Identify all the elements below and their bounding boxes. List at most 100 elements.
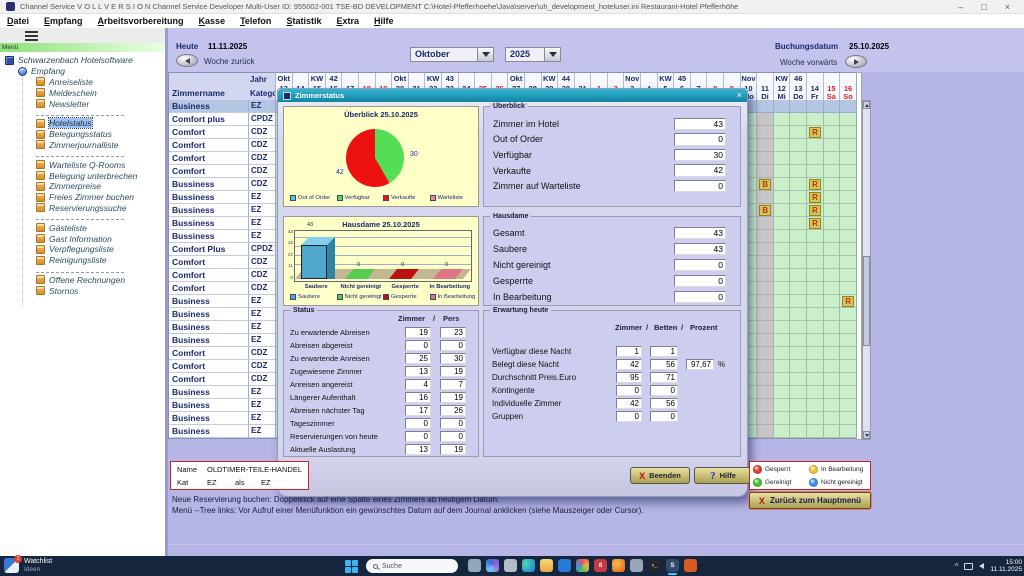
day-cell[interactable] [757, 412, 774, 425]
day-cell[interactable] [824, 425, 841, 438]
day-cell[interactable] [790, 308, 807, 321]
day-cell[interactable] [824, 230, 841, 243]
day-cell[interactable] [774, 139, 791, 152]
day-cell[interactable] [774, 334, 791, 347]
day-cell[interactable] [824, 412, 841, 425]
value-box[interactable]: 19 [405, 327, 431, 338]
day-cell[interactable] [790, 126, 807, 139]
settings-icon[interactable] [504, 559, 517, 572]
value-box[interactable]: 7 [440, 379, 466, 390]
scroll-down-icon[interactable] [863, 431, 870, 439]
day-cell[interactable] [790, 373, 807, 386]
day-cell[interactable] [757, 308, 774, 321]
back-to-mainmenu-button[interactable]: X Zurück zum Hauptmenü [749, 492, 871, 509]
day-cell[interactable] [774, 308, 791, 321]
day-cell[interactable] [824, 165, 841, 178]
day-cell[interactable] [807, 256, 824, 269]
day-cell[interactable] [790, 321, 807, 334]
day-cell[interactable] [840, 243, 857, 256]
day-cell[interactable] [774, 321, 791, 334]
day-cell[interactable] [824, 217, 841, 230]
day-cell[interactable] [757, 282, 774, 295]
day-cell[interactable] [840, 269, 857, 282]
day-cell[interactable] [757, 165, 774, 178]
day-cell[interactable] [774, 152, 791, 165]
day-cell[interactable] [790, 152, 807, 165]
menu-item-hilfe[interactable]: Hilfe [374, 16, 394, 26]
day-cell[interactable] [790, 386, 807, 399]
day-cell[interactable] [824, 399, 841, 412]
value-box[interactable]: 0 [674, 259, 726, 272]
day-cell[interactable] [757, 100, 774, 113]
value-box[interactable]: 19 [440, 392, 466, 403]
value-box[interactable]: 0 [440, 431, 466, 442]
value-box[interactable]: 30 [674, 149, 726, 162]
dialog-titlebar[interactable]: Zimmerstatus × [278, 89, 747, 102]
day-cell[interactable] [840, 373, 857, 386]
sidebar-item-hotelstatus[interactable]: Hotelstatus [0, 118, 165, 129]
day-cell[interactable] [757, 139, 774, 152]
value-box[interactable]: 95 [616, 372, 642, 383]
day-cell[interactable] [774, 360, 791, 373]
day-cell[interactable] [824, 373, 841, 386]
day-cell[interactable] [807, 139, 824, 152]
day-cell[interactable] [807, 308, 824, 321]
sidebar-item-zimmerjournalliste[interactable]: Zimmerjournalliste [0, 140, 165, 151]
day-cell[interactable] [757, 321, 774, 334]
reservation-marker[interactable]: R [809, 192, 821, 203]
day-cell[interactable] [840, 386, 857, 399]
day-cell[interactable] [790, 425, 807, 438]
copilot-icon[interactable] [486, 559, 499, 572]
terminal-icon[interactable]: ›_ [648, 559, 661, 572]
value-box[interactable]: 19 [440, 366, 466, 377]
day-cell[interactable] [807, 399, 824, 412]
day-cell[interactable] [790, 139, 807, 152]
day-cell[interactable] [840, 399, 857, 412]
day-cell[interactable] [840, 321, 857, 334]
day-cell[interactable] [824, 295, 841, 308]
day-cell[interactable]: B [757, 204, 774, 217]
value-box[interactable]: 56 [650, 359, 678, 370]
day-cell[interactable] [774, 113, 791, 126]
day-cell[interactable] [790, 347, 807, 360]
file-explorer-icon[interactable] [540, 559, 553, 572]
day-cell[interactable] [790, 191, 807, 204]
day-cell[interactable] [807, 373, 824, 386]
day-cell[interactable] [840, 191, 857, 204]
task-view-icon[interactable] [468, 559, 481, 572]
day-cell[interactable] [757, 399, 774, 412]
firefox-icon[interactable] [612, 559, 625, 572]
value-box[interactable]: 1 [650, 346, 678, 357]
day-cell[interactable] [790, 178, 807, 191]
day-cell[interactable] [757, 191, 774, 204]
sidebar-item-reinigungsliste[interactable]: Reinigungsliste [0, 255, 165, 266]
sidebar-item-gästeliste[interactable]: Gästeliste [0, 222, 165, 233]
day-cell[interactable] [774, 373, 791, 386]
day-cell[interactable] [824, 347, 841, 360]
sidebar-item-zimmerpreise[interactable]: Zimmerpreise [0, 181, 165, 192]
reservation-marker[interactable]: R [809, 127, 821, 138]
day-cell[interactable] [840, 152, 857, 165]
value-box[interactable]: 0 [405, 418, 431, 429]
day-cell[interactable] [840, 308, 857, 321]
day-cell[interactable] [807, 282, 824, 295]
day-cell[interactable]: R [840, 295, 857, 308]
value-box[interactable]: 0 [616, 411, 642, 422]
tray-caret-icon[interactable]: ^ [955, 562, 959, 571]
day-cell[interactable] [840, 334, 857, 347]
day-cell[interactable] [757, 269, 774, 282]
close-icon[interactable]: × [1005, 2, 1010, 12]
day-cell[interactable] [790, 269, 807, 282]
presentation-icon[interactable] [684, 559, 697, 572]
sidebar-item-warteliste-q-rooms[interactable]: Warteliste Q-Rooms [0, 159, 165, 170]
day-cell[interactable] [790, 256, 807, 269]
day-cell[interactable] [790, 360, 807, 373]
day-cell[interactable] [774, 243, 791, 256]
day-cell[interactable] [840, 113, 857, 126]
day-cell[interactable] [840, 412, 857, 425]
day-cell[interactable] [790, 412, 807, 425]
hamburger-icon[interactable] [25, 31, 38, 41]
day-cell[interactable] [807, 269, 824, 282]
day-cell[interactable] [824, 191, 841, 204]
value-box[interactable]: 26 [440, 405, 466, 416]
